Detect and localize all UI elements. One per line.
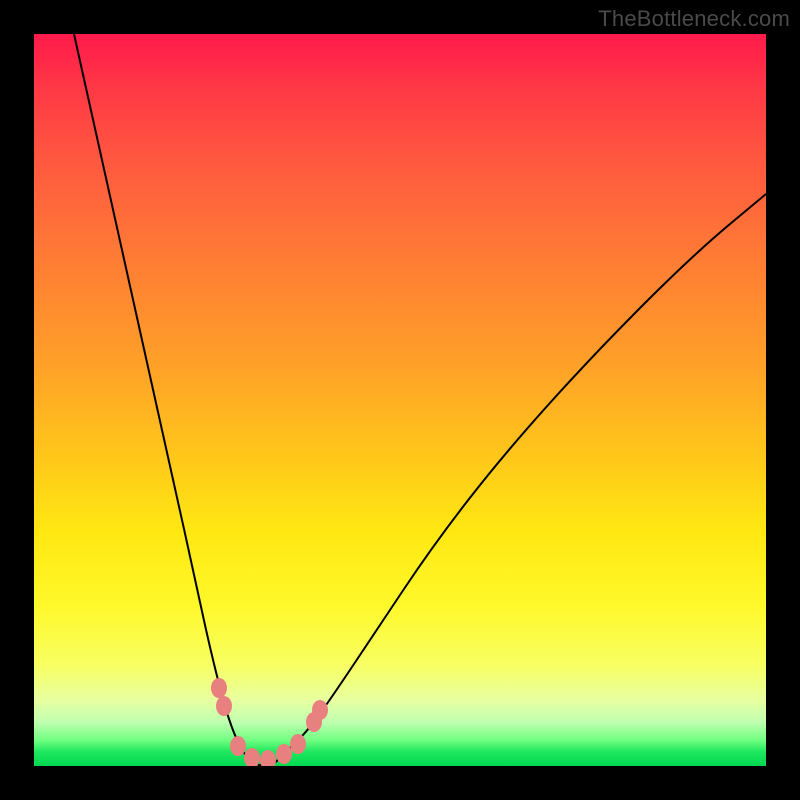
marker-right-upper [312,700,328,720]
marker-bottom-2 [244,748,260,766]
marker-left-lower [216,696,232,716]
markers-group [211,678,328,766]
marker-left-upper [211,678,227,698]
marker-bottom-4 [276,744,292,764]
curve-layer [34,34,766,766]
marker-bottom-1 [230,736,246,756]
marker-bottom-3 [260,750,276,766]
outer-frame: TheBottleneck.com [0,0,800,800]
bottleneck-curve [74,34,766,766]
plot-area [34,34,766,766]
marker-bottom-5 [290,734,306,754]
watermark-text: TheBottleneck.com [598,6,790,32]
